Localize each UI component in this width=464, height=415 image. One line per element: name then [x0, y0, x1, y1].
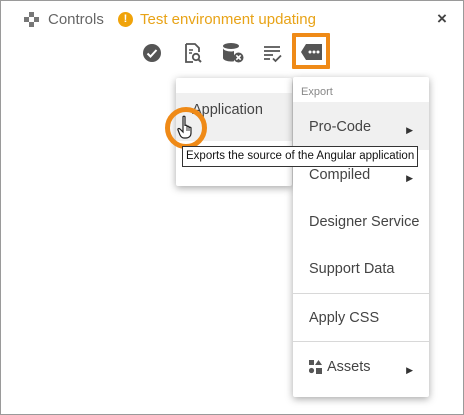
section-label: Export [301, 86, 333, 98]
panel-header: Controls ! Test environment updating × [1, 1, 463, 39]
menu-item-label: Pro-Code [309, 119, 372, 135]
menu-item-label: Apply CSS [309, 310, 380, 326]
menu-item-assets[interactable]: Assets ▶ [293, 342, 429, 390]
chevron-right-icon: ▶ [406, 365, 413, 375]
gamepad-icon [24, 12, 39, 27]
menu-item-apply-css[interactable]: Apply CSS [293, 294, 429, 341]
menu-item-label: Assets [327, 359, 371, 375]
panel-title: Controls [48, 11, 104, 28]
export-menu: Export Pro-Code ▶ Compiled ▶ Designer Se… [293, 77, 429, 397]
warning-icon: ! [118, 12, 133, 27]
tooltip: Exports the source of the Angular applic… [182, 146, 419, 167]
close-icon[interactable]: × [437, 10, 447, 28]
chevron-right-icon: ▶ [406, 125, 413, 135]
menu-item-designer-service[interactable]: Designer Service [293, 198, 429, 246]
menu-item-pro-code[interactable]: Pro-Code ▶ [293, 102, 429, 150]
menu-item-label: Designer Service [309, 214, 420, 230]
toolbar-button-highlight [292, 33, 330, 69]
menu-item-label: Compiled [309, 167, 371, 183]
status-warning-text: Test environment updating [140, 11, 316, 28]
menu-item-support-data[interactable]: Support Data [293, 246, 429, 294]
menu-item-label: Support Data [309, 261, 395, 277]
check-circle-icon[interactable] [141, 42, 165, 66]
database-delete-icon[interactable] [221, 41, 245, 65]
list-check-icon[interactable] [263, 44, 287, 68]
chevron-right-icon: ▶ [406, 173, 413, 183]
document-search-icon[interactable] [182, 42, 206, 66]
assets-icon [309, 360, 322, 374]
hand-pointer-icon [177, 115, 192, 139]
controls-panel: Controls ! Test environment updating × A… [0, 0, 464, 415]
